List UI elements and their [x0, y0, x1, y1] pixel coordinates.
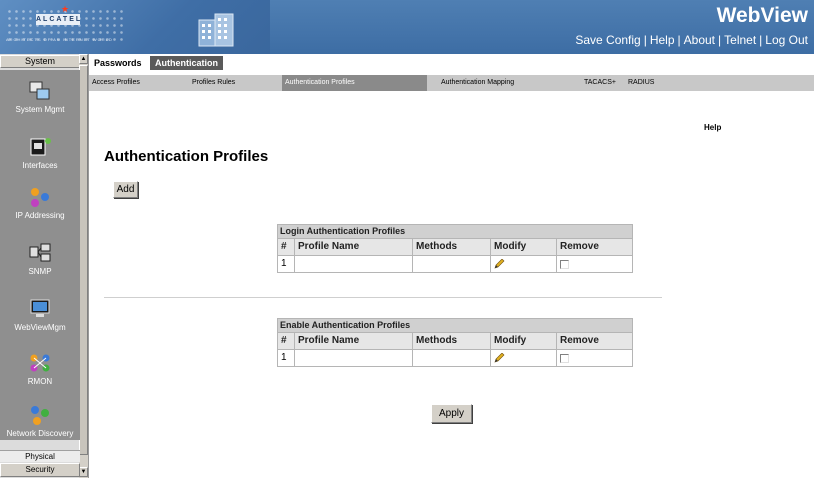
sidebar-item-network-discovery[interactable]: Network Discovery [0, 404, 80, 438]
sidebar-section-physical[interactable]: Physical [0, 450, 80, 462]
sidebar-item-label: SNMP [28, 267, 52, 276]
about-link[interactable]: About [684, 33, 715, 47]
separator: | [643, 33, 647, 47]
profile-name-cell [294, 256, 412, 272]
table-header-row: # Profile Name Methods Modify Remove [278, 238, 632, 255]
brand-name: ALCATEL [36, 14, 83, 25]
login-authentication-profiles-table: Login Authentication Profiles # Profile … [277, 224, 633, 273]
remove-checkbox[interactable] [560, 260, 569, 269]
sidebar-item-ip-addressing[interactable]: IP Addressing [0, 186, 80, 220]
scroll-up-icon[interactable]: ▲ [79, 54, 88, 64]
column-header-methods: Methods [412, 239, 490, 255]
sidebar-item-label: System Mgmt [15, 105, 65, 114]
table-row: 1 [278, 349, 632, 366]
subnav-access-profiles[interactable]: Access Profiles [89, 75, 143, 91]
sub-navigation: Access Profiles Profiles Rules Authentic… [89, 75, 814, 91]
separator: | [677, 33, 681, 47]
tab-authentication[interactable]: Authentication [150, 56, 223, 70]
logo: ALCATEL ★ ARCHITECTS OF AN INTERNET WORL… [0, 0, 270, 54]
column-header-index: # [281, 335, 287, 346]
scroll-thumb[interactable] [79, 65, 88, 455]
table-row: 1 [278, 255, 632, 272]
sidebar-item-interfaces[interactable]: Interfaces [0, 136, 80, 170]
ip-addressing-icon [31, 188, 49, 207]
tab-bar: Passwords Authentication [89, 56, 814, 70]
remove-cell [556, 256, 633, 272]
sidebar-item-label: IP Addressing [15, 211, 65, 220]
sidebar-menu: System Mgmt Interfaces IP Addressing SNM… [0, 70, 80, 440]
column-header-remove: Remove [556, 333, 633, 349]
sidebar-item-label: RMON [27, 377, 53, 386]
rmon-icon [30, 354, 50, 372]
subnav-profiles-rules[interactable]: Profiles Rules [189, 75, 238, 91]
column-header-index: # [281, 241, 287, 252]
divider [104, 297, 662, 298]
table-caption: Login Authentication Profiles [278, 225, 632, 238]
enable-authentication-profiles-table: Enable Authentication Profiles # Profile… [277, 318, 633, 367]
sidebar-item-webview-mgmt[interactable]: WebViewMgm [0, 298, 80, 332]
interfaces-icon [30, 138, 51, 156]
telnet-link[interactable]: Telnet [724, 33, 756, 47]
brand-star-icon: ★ [61, 4, 70, 14]
app-header: ALCATEL ★ ARCHITECTS OF AN INTERNET WORL… [0, 0, 814, 54]
log-out-link[interactable]: Log Out [765, 33, 808, 47]
page-title: Authentication Profiles [104, 148, 269, 165]
network-discovery-icon [31, 406, 49, 425]
sidebar: System ▲ ▼ System Mgmt Interfaces IP Add… [0, 54, 89, 478]
sidebar-item-label: Interfaces [22, 161, 58, 170]
sidebar-title[interactable]: System [0, 55, 80, 68]
column-header-modify: Modify [490, 333, 556, 349]
app-title: WebView [716, 4, 808, 27]
snmp-icon [29, 243, 51, 262]
table-header-row: # Profile Name Methods Modify Remove [278, 332, 632, 349]
subnav-authentication-profiles[interactable]: Authentication Profiles [282, 75, 427, 91]
scroll-down-icon[interactable]: ▼ [79, 467, 88, 477]
edit-pencil-icon[interactable] [494, 353, 505, 363]
apply-button[interactable]: Apply [431, 404, 472, 423]
subnav-authentication-mapping[interactable]: Authentication Mapping [438, 75, 517, 91]
edit-pencil-icon[interactable] [494, 259, 505, 269]
top-links: Save Config | Help | About | Telnet | Log Out [575, 33, 808, 47]
remove-checkbox[interactable] [560, 354, 569, 363]
system-mgmt-icon [29, 81, 50, 100]
brand-tagline: ARCHITECTS OF AN INTERNET WORLD [6, 37, 113, 42]
help-link[interactable]: Help [704, 123, 721, 132]
column-header-profile-name: Profile Name [294, 333, 412, 349]
save-config-link[interactable]: Save Config [575, 33, 640, 47]
sidebar-item-rmon[interactable]: RMON [0, 352, 80, 386]
webview-mgmt-icon [30, 299, 50, 317]
separator: | [759, 33, 763, 47]
methods-cell [412, 256, 490, 272]
add-button[interactable]: Add [113, 181, 138, 198]
row-index: 1 [281, 258, 287, 269]
column-header-methods: Methods [412, 333, 490, 349]
methods-cell [412, 350, 490, 366]
column-header-remove: Remove [556, 239, 633, 255]
table-caption: Enable Authentication Profiles [278, 319, 632, 332]
sidebar-item-snmp[interactable]: SNMP [0, 242, 80, 276]
sidebar-section-security[interactable]: Security [0, 463, 80, 477]
column-header-modify: Modify [490, 239, 556, 255]
row-index: 1 [281, 352, 287, 363]
building-icon [198, 13, 234, 47]
sidebar-item-label: Network Discovery [6, 429, 74, 438]
separator: | [718, 33, 722, 47]
modify-cell [490, 256, 556, 272]
sidebar-item-label: WebViewMgm [14, 323, 66, 332]
help-link-top[interactable]: Help [650, 33, 675, 47]
sidebar-scrollbar[interactable]: ▲ ▼ [79, 54, 88, 478]
subnav-radius[interactable]: RADIUS [625, 75, 657, 91]
modify-cell [490, 350, 556, 366]
subnav-tacacs[interactable]: TACACS+ [581, 75, 619, 91]
tab-passwords[interactable]: Passwords [89, 56, 147, 70]
profile-name-cell [294, 350, 412, 366]
remove-cell [556, 350, 633, 366]
column-header-profile-name: Profile Name [294, 239, 412, 255]
sidebar-item-system-mgmt[interactable]: System Mgmt [0, 80, 80, 114]
